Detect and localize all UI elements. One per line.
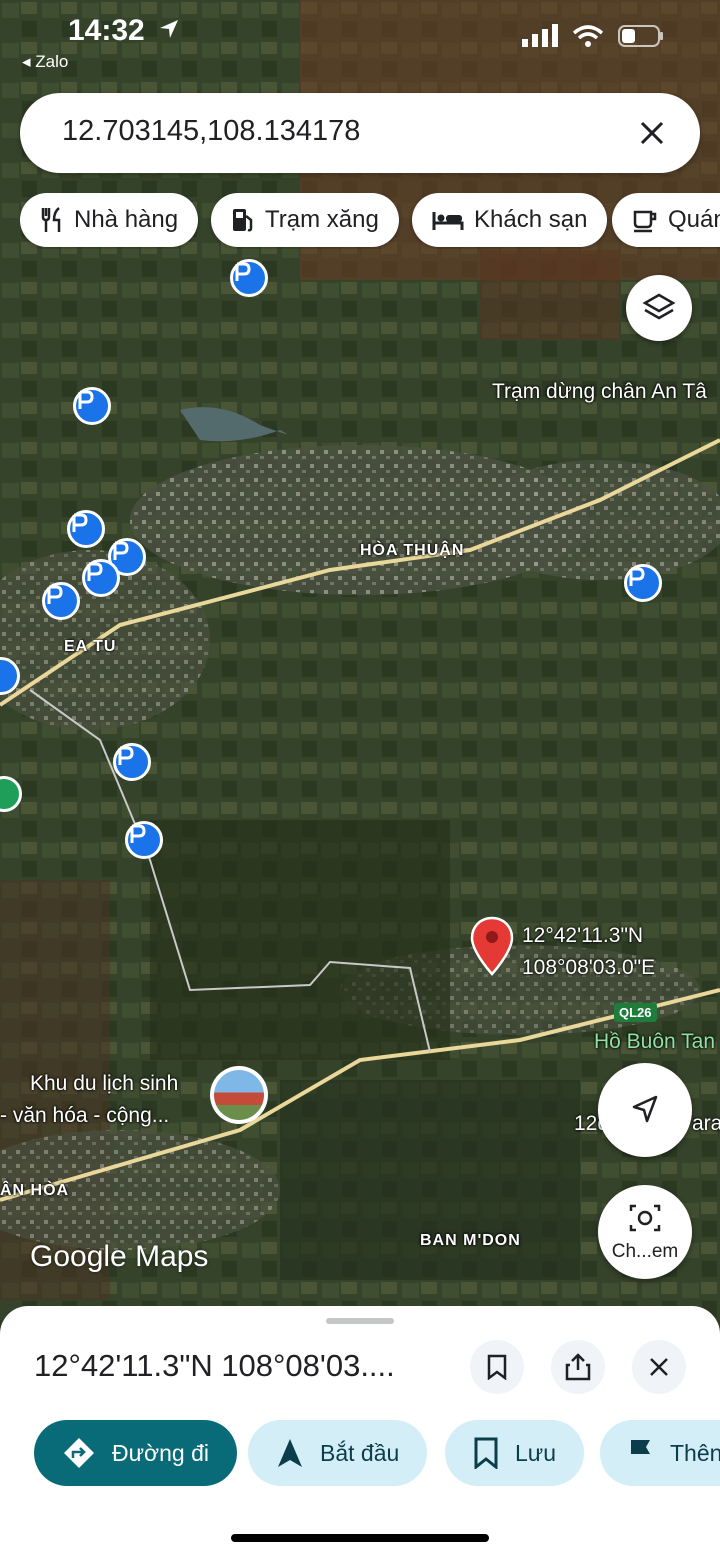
my-location-button[interactable] <box>598 1063 692 1157</box>
hoa-thuan-label: HÒA THUẬN <box>360 542 465 559</box>
restaurant-icon <box>41 207 61 232</box>
ban-mdon-label: BAN M'DON <box>420 1232 521 1249</box>
parking-marker[interactable] <box>73 387 111 425</box>
route-shield: QL26 <box>614 1003 657 1022</box>
pin-latitude-label: 12°42'11.3"N <box>522 924 644 947</box>
parking-icon <box>87 562 103 581</box>
hotel-icon <box>432 212 464 230</box>
chip-gas-stations[interactable]: Trạm xăng <box>211 193 399 247</box>
category-chips: Nhà hàng Trạm xăng Khách sạn Quán <box>20 193 720 249</box>
chip-hotels[interactable]: Khách sạn <box>412 193 608 247</box>
directions-icon <box>64 1438 94 1468</box>
cafe-icon <box>633 210 657 233</box>
layers-button[interactable] <box>626 275 692 341</box>
share-icon <box>565 1353 591 1381</box>
google-maps-logo: Google Maps <box>30 1240 209 1273</box>
chip-cafes[interactable]: Quán <box>612 193 720 247</box>
close-sheet-button[interactable] <box>632 1340 686 1394</box>
chip-label: Khách sạn <box>474 206 588 233</box>
eco-tourism-label-line2[interactable]: - văn hóa - cộng... <box>0 1104 169 1128</box>
parking-icon <box>629 567 645 586</box>
rest-stop-label[interactable]: Trạm dừng chân An Tâ <box>492 380 707 404</box>
lens-caption: Ch...em <box>611 1241 679 1262</box>
lens-button[interactable]: Ch...em <box>598 1185 692 1279</box>
pin-longitude-label: 108°08'03.0"E <box>522 956 656 979</box>
an-hoa-label: ÂN HÒA <box>0 1182 70 1199</box>
place-thumbnail <box>214 1070 264 1120</box>
chip-restaurants[interactable]: Nhà hàng <box>20 193 199 247</box>
parking-icon <box>130 824 146 843</box>
clear-search-icon[interactable] <box>630 111 674 155</box>
status-bar: 14:32 ◂ Zalo <box>0 0 720 80</box>
layers-icon <box>642 293 676 320</box>
parking-marker[interactable] <box>125 821 163 859</box>
parking-icon <box>78 390 94 409</box>
parking-icon <box>72 513 88 532</box>
share-button[interactable] <box>551 1340 605 1394</box>
wifi-icon <box>572 25 604 47</box>
drag-handle[interactable] <box>326 1318 394 1324</box>
partial-place-label: ara <box>692 1112 720 1135</box>
home-indicator[interactable] <box>231 1534 489 1542</box>
parking-icon <box>235 262 251 281</box>
start-button[interactable]: Bắt đầu <box>248 1420 428 1486</box>
bookmark-icon <box>487 1354 507 1380</box>
bookmark-icon <box>474 1437 498 1469</box>
save-icon-button[interactable] <box>470 1340 524 1394</box>
gas-station-icon <box>233 209 253 232</box>
search-query[interactable]: 12.703145,108.134178 <box>62 115 360 148</box>
status-time: 14:32 <box>68 14 145 47</box>
location-arrow-icon <box>160 20 178 38</box>
camera-lens-icon <box>629 1204 661 1232</box>
action-label: Thên <box>670 1439 720 1466</box>
eco-tourism-photo-marker[interactable] <box>210 1066 268 1124</box>
action-label: Đường đi <box>112 1439 209 1466</box>
navigation-arrow-icon <box>278 1439 302 1467</box>
battery-icon <box>618 25 663 47</box>
action-label: Bắt đầu <box>320 1439 400 1466</box>
parking-icon <box>118 746 134 765</box>
place-coordinates-title: 12°42'11.3"N 108°08'03.... <box>34 1348 395 1383</box>
eco-tourism-label-line1[interactable]: Khu du lịch sinh <box>30 1072 178 1096</box>
parking-marker[interactable] <box>624 564 662 602</box>
parking-icon <box>113 541 129 560</box>
parking-icon <box>47 585 63 604</box>
location-pin-icon[interactable] <box>470 916 514 978</box>
action-label: Lưu <box>515 1439 556 1466</box>
chip-label: Quán <box>668 206 720 233</box>
flag-icon <box>631 1440 650 1467</box>
parking-marker[interactable] <box>230 259 268 297</box>
save-button[interactable]: Lưu <box>445 1420 584 1486</box>
lake-label[interactable]: Hồ Buôn Tan <box>594 1030 715 1054</box>
back-app-label: Zalo <box>35 52 69 71</box>
back-to-app[interactable]: ◂ Zalo <box>22 52 68 72</box>
directions-button[interactable]: Đường đi <box>34 1420 237 1486</box>
search-bar[interactable]: 12.703145,108.134178 <box>20 93 700 173</box>
close-icon <box>650 1358 668 1376</box>
ea-tu-label: EA TU <box>64 638 117 655</box>
parking-marker[interactable] <box>82 559 120 597</box>
cellular-signal-icon <box>522 24 558 47</box>
parking-marker[interactable] <box>42 582 80 620</box>
parking-marker[interactable] <box>113 743 151 781</box>
add-label-button[interactable]: Thên <box>600 1420 720 1486</box>
chip-label: Trạm xăng <box>265 206 379 233</box>
place-bottom-sheet: 12°42'11.3"N 108°08'03.... Đường đi Bắt … <box>0 1306 720 1558</box>
navigation-arrow-icon <box>632 1095 658 1123</box>
parking-marker[interactable] <box>67 510 105 548</box>
chip-label: Nhà hàng <box>74 206 179 233</box>
